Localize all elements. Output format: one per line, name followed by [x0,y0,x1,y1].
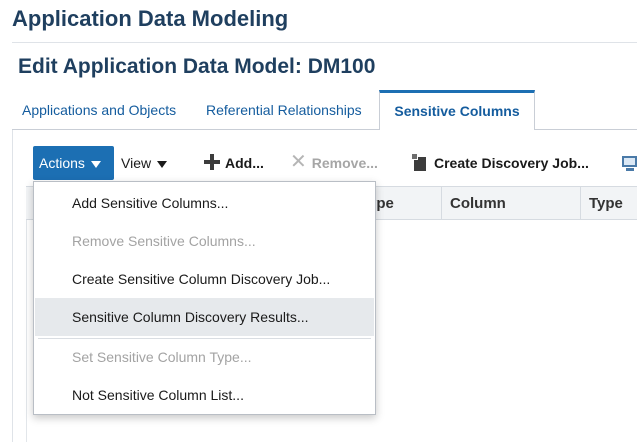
menu-item-set-column-type: Set Sensitive Column Type... [72,349,252,365]
actions-dropdown-menu: Add Sensitive Columns... Remove Sensitiv… [33,181,376,415]
remove-label: Remove... [311,155,378,171]
create-discovery-job-button[interactable]: Create Discovery Job... [411,146,589,180]
plus-icon [203,153,221,171]
tab-applications-and-objects[interactable]: Applications and Objects [22,90,176,130]
tab-referential-relationships[interactable]: Referential Relationships [206,90,362,130]
tab-sensitive-columns[interactable]: Sensitive Columns [379,90,535,131]
menu-item-create-discovery-job[interactable]: Create Sensitive Column Discovery Job... [35,260,374,298]
create-discovery-job-label: Create Discovery Job... [434,155,589,171]
add-label: Add... [225,155,264,171]
menu-item-remove-sensitive-columns: Remove Sensitive Columns... [72,233,256,249]
monitor-icon[interactable] [620,156,637,172]
title-divider [12,42,637,43]
menu-item-discovery-results[interactable]: Sensitive Column Discovery Results... [35,298,374,336]
chevron-down-icon [90,160,101,168]
remove-button: ✕ Remove... [290,146,378,180]
tab-bar: Applications and Objects Referential Rel… [12,90,637,131]
add-button[interactable]: Add... [203,146,264,180]
table-body-border [26,220,27,442]
actions-label: Actions [39,155,85,171]
menu-item-not-sensitive-list[interactable]: Not Sensitive Column List... [35,376,374,414]
column-header-type[interactable]: Type [580,187,637,220]
page-title: Edit Application Data Model: DM100 [18,55,376,78]
x-icon: ✕ [290,151,307,174]
view-label: View [121,155,152,171]
menu-item-add-sensitive-columns[interactable]: Add Sensitive Columns... [35,184,374,222]
app-title: Application Data Modeling [12,6,289,31]
view-menu-button[interactable]: View [121,146,168,180]
column-header-column[interactable]: Column [441,187,580,220]
chevron-down-icon [157,160,168,168]
job-icon [411,153,427,172]
actions-menu-button[interactable]: Actions [33,146,114,180]
